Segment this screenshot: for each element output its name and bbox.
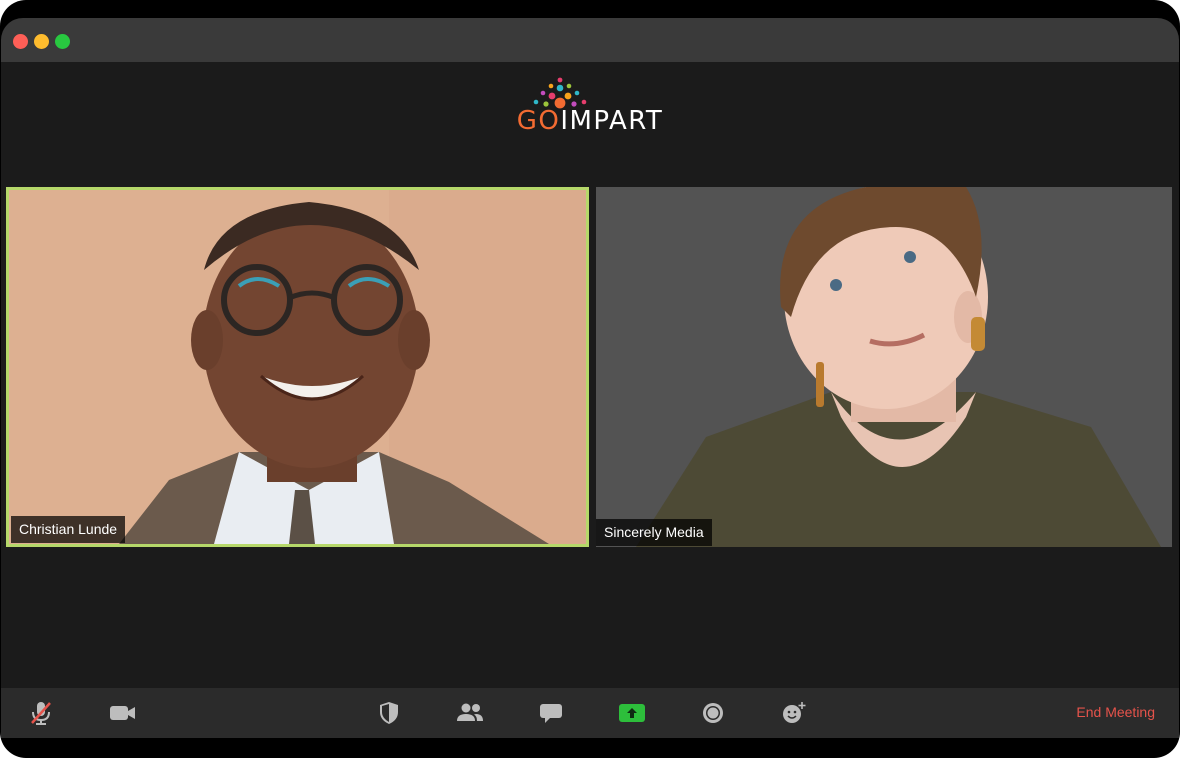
record-icon <box>703 703 723 723</box>
security-button[interactable] <box>369 688 409 738</box>
meeting-window: GOIMPART Christian Lunde Sincerely Media… <box>0 0 1180 758</box>
participants-icon <box>457 703 483 721</box>
reactions-button[interactable] <box>774 688 814 738</box>
reactions-icon <box>783 702 806 723</box>
meeting-toolbar: End Meeting <box>1 688 1179 738</box>
chat-bubble-icon <box>540 704 562 723</box>
participant-name-label: Sincerely Media <box>596 519 712 546</box>
end-meeting-button[interactable]: End Meeting <box>1076 704 1155 720</box>
video-tile-sincerely-media[interactable]: Sincerely Media <box>596 187 1172 547</box>
chat-button[interactable] <box>531 688 571 738</box>
video-stage: GOIMPART Christian Lunde Sincerely Media <box>1 62 1179 688</box>
close-window-button[interactable] <box>13 34 28 49</box>
video-tile-christian-lunde[interactable]: Christian Lunde <box>6 187 589 547</box>
microphone-muted-icon <box>31 702 51 725</box>
logo-wordmark: GOIMPART <box>1 106 1179 136</box>
video-button[interactable] <box>103 688 143 738</box>
brand-logo: GOIMPART <box>1 76 1179 136</box>
video-camera-icon <box>110 706 135 720</box>
minimize-window-button[interactable] <box>34 34 49 49</box>
logo-prefix: GO <box>516 106 561 136</box>
participant-name-label: Christian Lunde <box>11 516 126 543</box>
participant-video-sincerely <box>596 187 1172 547</box>
logo-dots-icon <box>533 77 587 109</box>
record-button[interactable] <box>693 688 733 738</box>
maximize-window-button[interactable] <box>55 34 70 49</box>
logo-suffix: IMPART <box>560 106 664 136</box>
share-screen-icon <box>619 704 645 722</box>
mute-button[interactable] <box>21 688 61 738</box>
participants-button[interactable] <box>450 688 490 738</box>
share-screen-button[interactable] <box>612 688 652 738</box>
shield-security-icon <box>380 702 398 724</box>
title-bar <box>1 18 1179 62</box>
participant-video-christian <box>9 190 586 544</box>
